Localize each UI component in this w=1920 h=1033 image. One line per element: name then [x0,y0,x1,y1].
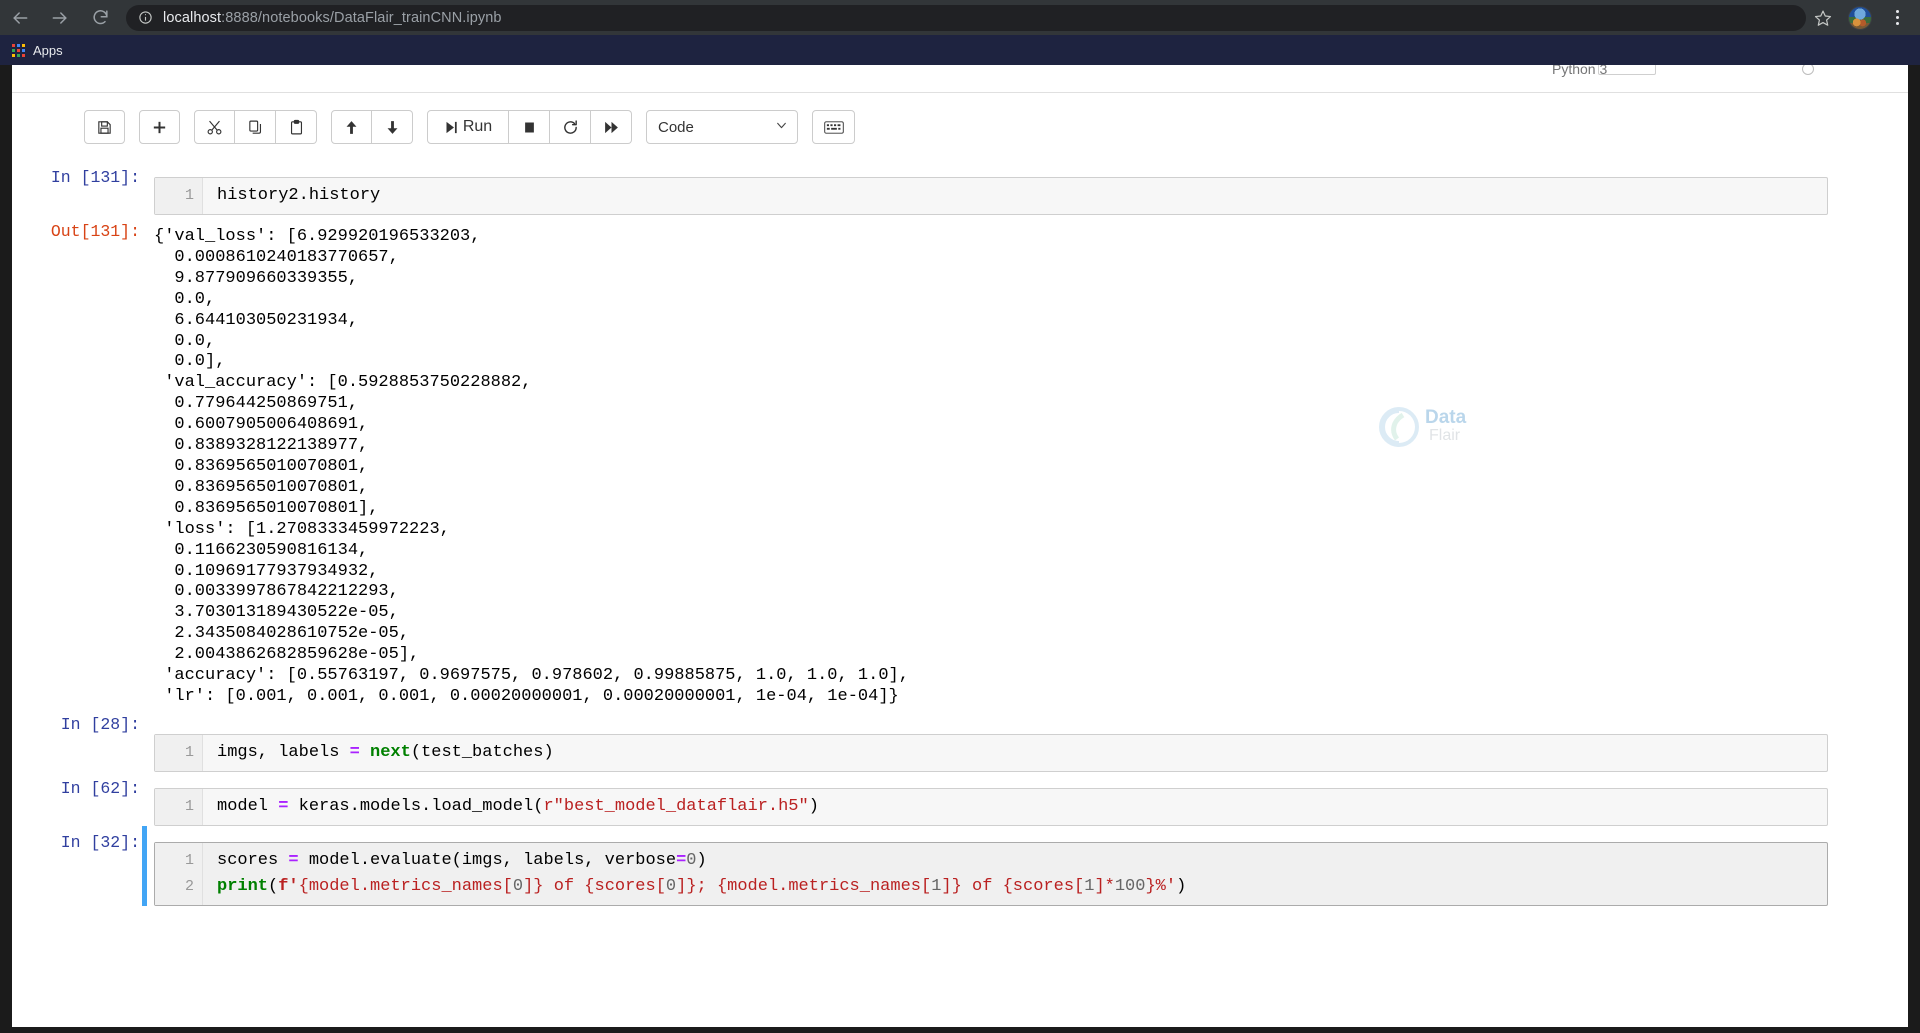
back-icon[interactable] [0,0,40,35]
browser-toolbar: localhost:8888/notebooks/DataFlair_train… [0,0,1920,35]
cell-prompt-in-62: In [62]: [60,778,140,798]
bookmarks-bar: Apps [0,35,1920,65]
header-remnant-text: Python 3 [1552,65,1608,77]
info-circle-icon[interactable] [138,10,153,25]
line-no-2: 2 [184,877,194,895]
cell-input-131[interactable]: 1 history2.history [154,177,1828,215]
save-button[interactable] [84,110,125,144]
right-gutter [1908,65,1920,1033]
cell-type-select[interactable]: Code [646,110,798,144]
bookmark-apps-label: Apps [33,42,63,58]
toolbar-group-move [331,110,413,144]
cell-prompt-out-131: Out[131]: [50,222,140,241]
toolbar-group-run: Run [427,110,632,144]
notebook-cell-list[interactable]: In [131]: 1 history2.history Out[131]: {… [12,161,1908,1033]
line-no-1: 1 [184,851,194,869]
left-gutter [0,65,12,1033]
url-path: :8888/notebooks/DataFlair_trainCNN.ipynb [221,9,502,26]
three-dots-menu-icon[interactable] [1880,0,1914,35]
code-cell-131[interactable]: In [131]: 1 history2.history [12,161,1908,215]
copy-button[interactable] [235,110,276,144]
jupyter-header-remnant: Python 3 [12,65,1908,93]
restart-kernel-button[interactable] [550,110,591,144]
cell-line-numbers: 1 [155,788,203,825]
toolbar-group-insert [139,110,180,144]
toolbar-group-save [84,110,125,144]
code-cell-28[interactable]: In [28]: 1 imgs, labels = next(test_batc… [12,708,1908,772]
cell-selection-bar [142,825,147,906]
jupyter-toolbar: Run Code [12,93,1908,161]
reload-icon[interactable] [80,0,120,35]
restart-and-run-all-button[interactable] [591,110,632,144]
cell-type-value: Code [658,118,694,136]
paste-button[interactable] [276,110,317,144]
cell-prompt-in-131: In [131]: [50,168,140,187]
kernel-idle-indicator-icon [1802,65,1814,75]
toolbar-group-clipboard [194,110,317,144]
cell-output-text-131: {'val_loss': [6.929920196533203, 0.00086… [154,227,909,706]
insert-cell-below-button[interactable] [139,110,180,144]
interrupt-kernel-button[interactable] [509,110,550,144]
cell-line-numbers: 1 [155,734,203,771]
move-cell-up-button[interactable] [331,110,372,144]
cell-input-32[interactable]: 12 scores = model.evaluate(imgs, labels,… [154,841,1828,906]
cell-line-numbers: 12 [155,842,203,905]
cell-line-numbers: 1 [155,178,203,214]
cell-input-28[interactable]: 1 imgs, labels = next(test_batches) [154,733,1828,772]
page-bottom-strip [0,1027,1920,1033]
command-palette-button[interactable] [812,110,855,144]
notebook-page: Python 3 Run Code In [131]: 1 history2.h… [0,65,1920,1033]
code-cell-32[interactable]: In [32]: 12 scores = model.evaluate(imgs… [12,825,1908,906]
apps-grid-icon [12,43,25,57]
move-cell-down-button[interactable] [372,110,413,144]
star-icon[interactable] [1806,0,1840,35]
address-bar-url: localhost:8888/notebooks/DataFlair_train… [163,10,502,26]
bookmark-apps[interactable]: Apps [12,43,63,58]
cut-button[interactable] [194,110,235,144]
cell-code-28[interactable]: imgs, labels = next(test_batches) [203,735,1827,771]
address-bar[interactable]: localhost:8888/notebooks/DataFlair_train… [126,4,1806,31]
cell-input-62[interactable]: 1 model = keras.models.load_model(r"best… [154,787,1828,826]
chevron-down-icon [775,119,788,136]
avatar[interactable] [1848,5,1872,30]
output-cell-131: Out[131]: {'val_loss': [6.92992019653320… [12,215,1908,708]
run-button-label: Run [462,118,493,135]
cell-prompt-in-28: In [28]: [60,714,140,734]
cell-code-62[interactable]: model = keras.models.load_model(r"best_m… [203,789,1827,825]
cell-prompt-in-32: In [32]: [60,832,140,852]
url-host: localhost [163,9,222,26]
cell-code-131[interactable]: history2.history [203,178,1827,214]
code-cell-62[interactable]: In [62]: 1 model = keras.models.load_mod… [12,772,1908,826]
run-button[interactable]: Run [427,110,509,144]
cell-code-32[interactable]: scores = model.evaluate(imgs, labels, ve… [203,843,1827,905]
forward-icon[interactable] [40,0,80,35]
